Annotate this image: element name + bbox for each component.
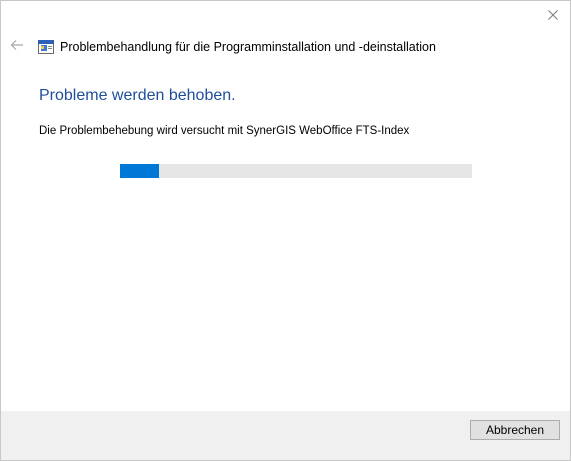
status-text: Die Problembehebung wird versucht mit Sy… (39, 125, 410, 137)
window-title-row: Problembehandlung für die Programminstal… (38, 38, 436, 56)
window-title: Problembehandlung für die Programminstal… (60, 40, 436, 54)
close-button[interactable] (536, 1, 570, 31)
footer-bar: Abbrechen (1, 411, 570, 460)
progress-bar (120, 164, 472, 178)
back-arrow-icon (10, 38, 24, 56)
progress-bar-fill (120, 164, 159, 178)
cancel-button[interactable]: Abbrechen (470, 420, 560, 440)
back-button[interactable] (7, 37, 27, 57)
troubleshooter-icon (38, 40, 54, 54)
page-heading: Probleme werden behoben. (39, 87, 236, 104)
close-icon (548, 7, 558, 25)
troubleshooter-window: Problembehandlung für die Programminstal… (0, 0, 571, 461)
